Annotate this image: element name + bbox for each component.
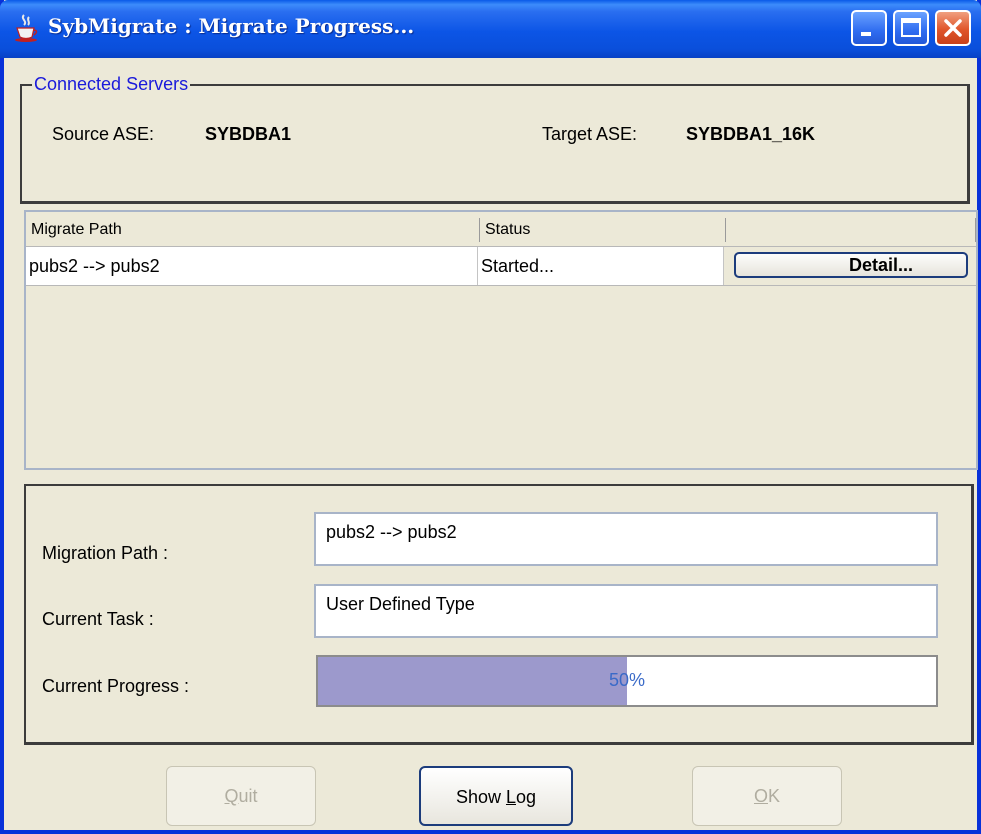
migrate-path-table: Migrate Path Status pubs2 --> pubs2 Star…	[24, 210, 978, 470]
quit-button[interactable]: Quit	[166, 766, 316, 826]
window-title: SybMigrate : Migrate Progress...	[48, 14, 415, 38]
show-log-label-post: og	[516, 787, 537, 807]
progress-percent-text: 50%	[608, 670, 646, 690]
current-progress-label: Current Progress :	[42, 676, 190, 696]
quit-label-mnemonic: Q	[224, 786, 239, 806]
target-ase-label: Target ASE:	[542, 124, 638, 144]
show-log-label-pre: Show	[455, 787, 506, 807]
quit-label-post: uit	[238, 786, 258, 806]
cell-migrate-path[interactable]: pubs2 --> pubs2	[26, 247, 478, 285]
column-header-action[interactable]	[725, 218, 976, 242]
connected-servers-legend: Connected Servers	[32, 74, 191, 95]
ok-button[interactable]: OK	[692, 766, 842, 826]
table-header: Migrate Path Status	[26, 218, 976, 242]
migration-path-field[interactable]: pubs2 --> pubs2	[314, 512, 938, 566]
close-icon	[944, 19, 962, 37]
table-row[interactable]: pubs2 --> pubs2 Started... Detail...	[26, 246, 976, 286]
source-ase-value: SYBDBA1	[205, 124, 292, 144]
title-bar[interactable]: SybMigrate : Migrate Progress...	[0, 0, 981, 58]
migration-path-label: Migration Path :	[42, 543, 169, 563]
connected-servers-group	[20, 84, 970, 204]
column-header-status[interactable]: Status	[479, 218, 725, 242]
cell-status[interactable]: Started...	[478, 247, 724, 285]
source-ase-label: Source ASE:	[52, 124, 155, 144]
current-progress-bar: 50%	[316, 655, 938, 707]
java-cup-icon	[12, 13, 40, 43]
current-task-label: Current Task :	[42, 609, 154, 629]
show-log-label-mnemonic: L	[505, 787, 516, 807]
minimize-icon	[861, 32, 871, 36]
ok-label-post: K	[768, 786, 781, 806]
column-header-migrate-path[interactable]: Migrate Path	[26, 218, 479, 242]
ok-label-mnemonic: O	[753, 786, 768, 806]
current-task-field[interactable]: User Defined Type	[314, 584, 938, 638]
close-button[interactable]	[935, 10, 971, 46]
target-ase-value: SYBDBA1_16K	[686, 124, 816, 144]
maximize-button[interactable]	[893, 10, 929, 46]
detail-button[interactable]: Detail...	[734, 252, 968, 278]
maximize-icon	[901, 18, 921, 37]
show-log-button[interactable]: Show Log	[419, 766, 573, 826]
cell-action: Detail...	[724, 247, 976, 285]
minimize-button[interactable]	[851, 10, 887, 46]
